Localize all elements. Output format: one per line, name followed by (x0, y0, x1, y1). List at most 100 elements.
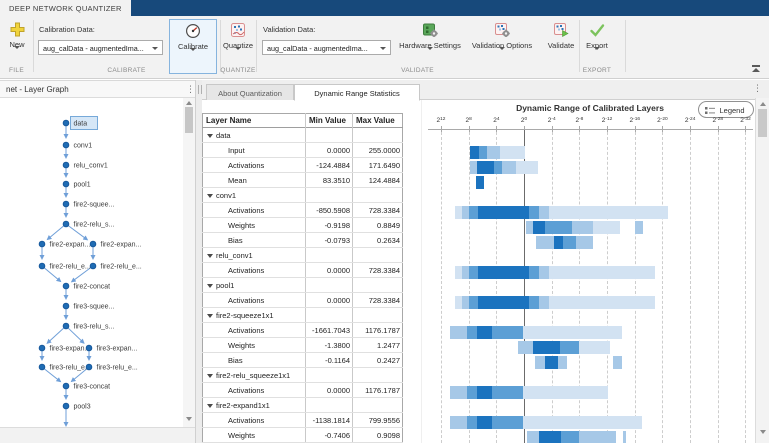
layer-node-dot (63, 383, 69, 389)
max-value-cell: 728.3384 (354, 203, 400, 218)
validate-button[interactable]: Validate (541, 19, 581, 74)
layer-node-pool1[interactable]: pool1 (63, 181, 91, 188)
layer-node-dot (39, 345, 45, 351)
calibrate-button[interactable]: Calibrate (169, 19, 217, 74)
validate-icon (541, 22, 581, 40)
layer-graph-menu-icon[interactable]: ⋮ (186, 84, 195, 94)
heatmap-segment (529, 266, 539, 279)
legend-button[interactable]: Legend (698, 101, 754, 118)
collapse-triangle-icon[interactable] (207, 404, 213, 408)
validation-data-combobox[interactable]: aug_calData - augmentedIma... (262, 40, 391, 55)
ribbon-tab-deep-network-quantizer[interactable]: DEEP NETWORK QUANTIZER (0, 0, 131, 16)
heatmap-segment (470, 161, 477, 174)
layer-node-fire3-relu-s[interactable]: fire3-relu_s... (63, 323, 114, 330)
layer-node-fire2-expan[interactable]: fire2-expan... (90, 241, 141, 248)
hardware-settings-icon (396, 22, 464, 40)
table-data-row[interactable]: Input0.0000255.0000 (202, 143, 403, 158)
layer-name-cell: data (216, 128, 231, 143)
table-group-row[interactable]: fire2-relu_squeeze1x1 (202, 368, 403, 383)
layer-node-fire3-squee[interactable]: fire3-squee... (63, 303, 114, 310)
column-header-min-value[interactable]: Min Value (309, 113, 346, 128)
layer-node-relu-conv1[interactable]: relu_conv1 (63, 162, 108, 169)
layer-node-fire2-concat[interactable]: fire2-concat (63, 283, 110, 290)
heatmap-segment (554, 236, 562, 249)
table-data-row[interactable]: Activations-1661.70431176.1787 (202, 323, 403, 338)
layer-graph-scrollbar-thumb[interactable] (185, 107, 193, 133)
table-group-row[interactable]: fire2-expand1x1 (202, 398, 403, 413)
layer-name-cell: relu_conv1 (216, 248, 253, 263)
table-data-row[interactable]: Weights-0.91980.8849 (202, 218, 403, 233)
table-group-row[interactable]: conv1 (202, 188, 403, 203)
heatmap-segment (635, 221, 643, 234)
layer-node-fire3-expan[interactable]: fire3-expan... (39, 345, 90, 352)
column-header-max-value[interactable]: Max Value (356, 113, 395, 128)
heatmap-segment (613, 356, 621, 369)
collapse-toolstrip-button[interactable] (750, 64, 762, 74)
layer-graph-panel-header: net - Layer Graph (0, 81, 195, 98)
heatmap-segment (560, 341, 579, 354)
table-data-row[interactable]: Activations-850.5908728.3384 (202, 203, 403, 218)
layer-node-fire2-squee[interactable]: fire2-squee... (63, 201, 114, 208)
table-data-row[interactable]: Weights-0.74060.9098 (202, 428, 403, 443)
scroll-up-icon[interactable] (186, 101, 192, 105)
collapse-triangle-icon[interactable] (207, 194, 213, 198)
chart-vertical-scrollbar[interactable] (755, 98, 769, 443)
tab-dynamic-range-statistics[interactable]: Dynamic Range Statistics (294, 84, 420, 101)
table-data-row[interactable]: Activations0.0000728.3384 (202, 263, 403, 278)
layer-node-fire3-expan[interactable]: fire3-expan... (86, 345, 137, 352)
table-group-row[interactable]: pool1 (202, 278, 403, 293)
layer-name-cell: Weights (228, 338, 255, 353)
layer-node-fire3-relu-e[interactable]: fire3-relu_e... (86, 364, 138, 371)
table-data-row[interactable]: Mean83.3510124.4884 (202, 173, 403, 188)
validation-options-button[interactable]: Validation Options (465, 19, 539, 74)
hardware-settings-dropdown-caret (427, 47, 433, 59)
table-data-row[interactable]: Bias-0.07930.2634 (202, 233, 403, 248)
scroll-down-icon[interactable] (760, 430, 766, 434)
calibration-data-combobox[interactable]: aug_calData - augmentedIma... (38, 40, 163, 55)
document-panel-menu-icon[interactable]: ⋮ (753, 83, 762, 93)
heatmap-segment (467, 326, 477, 339)
layer-node-conv1[interactable]: conv1 (63, 142, 92, 149)
layer-node-fire2-relu-e[interactable]: fire2-relu_e... (39, 263, 91, 270)
hardware-settings-button[interactable]: Hardware Settings (396, 19, 464, 74)
heatmap-segment (572, 221, 593, 234)
max-value-cell: 728.3384 (354, 263, 400, 278)
collapse-triangle-icon[interactable] (207, 314, 213, 318)
table-data-row[interactable]: Activations-1138.1814799.9556 (202, 413, 403, 428)
new-button[interactable]: New (2, 19, 32, 74)
table-data-row[interactable]: Weights-1.38001.2477 (202, 338, 403, 353)
collapse-triangle-icon[interactable] (207, 254, 213, 258)
layer-graph-edge (47, 328, 64, 343)
layer-node-dot (63, 403, 69, 409)
quantize-button[interactable]: Quantize (217, 19, 259, 74)
layer-node-fire2-relu-e[interactable]: fire2-relu_e... (90, 263, 142, 270)
collapse-triangle-icon[interactable] (207, 134, 213, 138)
table-data-row[interactable]: Activations-124.4884171.6490 (202, 158, 403, 173)
tab-about-quantization[interactable]: About Quantization (206, 84, 294, 100)
heatmap-segment (478, 296, 529, 309)
heatmap-segment (476, 176, 484, 189)
table-group-row[interactable]: fire2-squeeze1x1 (202, 308, 403, 323)
heatmap-segment (561, 431, 580, 443)
collapse-triangle-icon[interactable] (207, 284, 213, 288)
table-group-row[interactable]: data (202, 128, 403, 143)
scroll-up-icon[interactable] (760, 102, 766, 106)
layer-graph-canvas[interactable]: data conv1 relu_conv1 pool1 fire2-squee... fi… (0, 98, 183, 427)
column-header-layer-name[interactable]: Layer Name (206, 113, 251, 128)
collapse-triangle-icon[interactable] (207, 374, 213, 378)
table-data-row[interactable]: Activations0.00001176.1787 (202, 383, 403, 398)
scroll-down-icon[interactable] (186, 417, 192, 421)
export-button[interactable]: Export (578, 19, 616, 74)
layer-node-dot (63, 303, 69, 309)
layer-node-data[interactable]: data (63, 117, 97, 130)
layer-node-pool3[interactable]: pool3 (63, 403, 91, 410)
chart-scrollbar-thumb[interactable] (758, 109, 767, 137)
layer-node-fire2-expan[interactable]: fire2-expan... (39, 241, 90, 248)
toolbar-separator (625, 20, 626, 72)
table-data-row[interactable]: Bias-0.11640.2427 (202, 353, 403, 368)
table-data-row[interactable]: Activations0.0000728.3384 (202, 293, 403, 308)
table-group-row[interactable]: relu_conv1 (202, 248, 403, 263)
heatmap-segment (539, 266, 549, 279)
layer-graph-vertical-scrollbar[interactable] (183, 98, 195, 427)
layer-node-fire3-concat[interactable]: fire3-concat (63, 383, 110, 390)
